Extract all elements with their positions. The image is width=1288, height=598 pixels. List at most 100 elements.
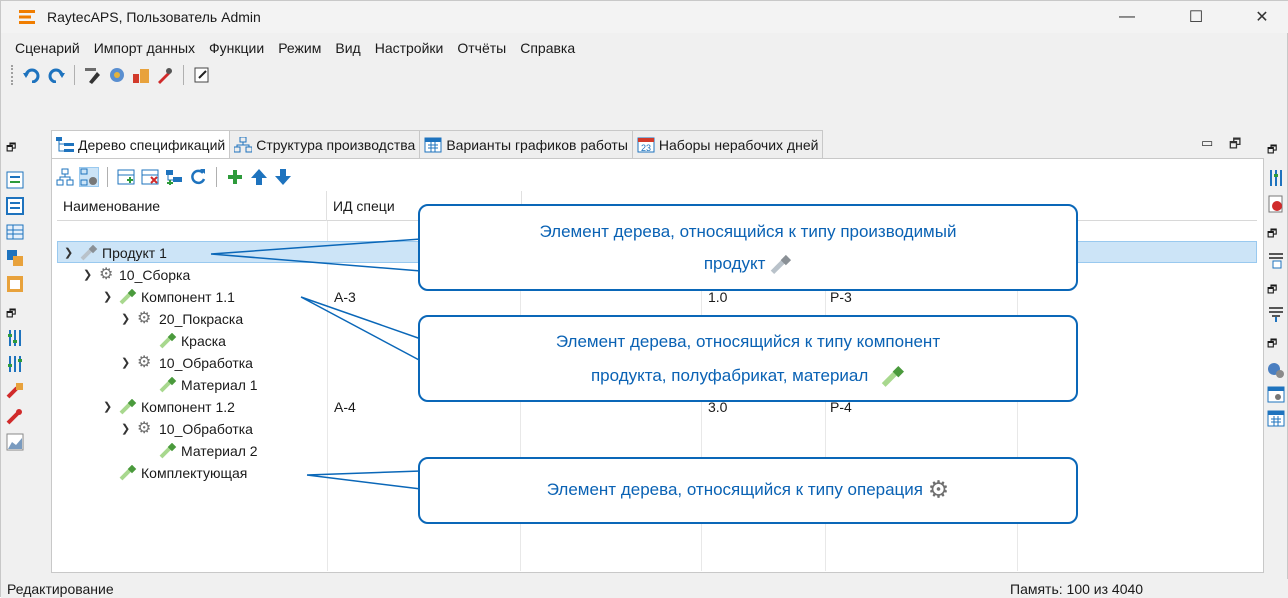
- menu-functions[interactable]: Функции: [202, 37, 271, 59]
- tab-label: Наборы нерабочих дней: [658, 136, 819, 153]
- app-logo-icon: [19, 10, 35, 24]
- undo-icon[interactable]: [22, 65, 42, 85]
- tab-minimize-button[interactable]: ▭: [1201, 135, 1213, 151]
- spec-id-cell: А-3: [334, 289, 356, 305]
- spec-tree-icon[interactable]: [6, 171, 24, 189]
- wrench-icon[interactable]: [155, 65, 175, 85]
- table-icon[interactable]: [6, 223, 24, 241]
- collapse-chevron-icon[interactable]: ❯: [103, 286, 112, 308]
- alert-document-icon[interactable]: [1267, 195, 1285, 213]
- menu-import[interactable]: Импорт данных: [87, 37, 202, 59]
- toolbar-separator: [107, 167, 108, 187]
- menu-help[interactable]: Справка: [513, 37, 582, 59]
- title-bar: RaytecAPS, Пользователь Admin — ☐ ✕: [1, 1, 1288, 33]
- menu-settings[interactable]: Настройки: [368, 37, 451, 59]
- menu-view[interactable]: Вид: [328, 37, 367, 59]
- component-item-icon: [119, 399, 137, 415]
- tree-settings-icon[interactable]: [79, 167, 99, 187]
- wrench-icon[interactable]: [6, 407, 24, 425]
- edit-pen-icon[interactable]: [83, 65, 103, 85]
- maximize-button[interactable]: ☐: [1173, 1, 1219, 33]
- filter-list-icon[interactable]: [1267, 251, 1285, 269]
- area-chart-icon[interactable]: [6, 433, 24, 451]
- sliders-icon[interactable]: [1267, 169, 1285, 187]
- collapse-chevron-icon[interactable]: ❯: [121, 352, 130, 374]
- toolbar-separator: [183, 65, 184, 85]
- menu-mode[interactable]: Режим: [271, 37, 328, 59]
- pin-icon[interactable]: 🗗: [6, 305, 24, 323]
- tab-production-structure[interactable]: Структура производства: [229, 130, 421, 158]
- add-row-icon[interactable]: [116, 167, 136, 187]
- pin-icon[interactable]: 🗗: [1267, 225, 1285, 243]
- tree-row-name: Продукт 1: [102, 245, 167, 261]
- status-bar: Редактирование Память: 100 из 4040: [1, 579, 1288, 598]
- schedule-icon[interactable]: [6, 275, 24, 293]
- left-dock-strip: 🗗 🗗: [1, 129, 27, 579]
- refresh-icon[interactable]: [188, 167, 208, 187]
- delete-row-icon[interactable]: [140, 167, 160, 187]
- tree-row-name: 10_Обработка: [159, 355, 253, 371]
- tree-row-operation[interactable]: ❯ ⚙ 10_Обработка: [57, 418, 1257, 440]
- tools-icon[interactable]: [6, 381, 24, 399]
- product-item-icon: [80, 245, 98, 261]
- callout-operation: Элемент дерева, относящийся к типу опера…: [418, 457, 1078, 524]
- menu-scenario[interactable]: Сценарий: [1, 37, 87, 59]
- tab-nonworking-days[interactable]: 23 Наборы нерабочих дней: [631, 130, 824, 158]
- filter-icon[interactable]: [1267, 305, 1285, 323]
- pin-icon[interactable]: 🗗: [1267, 335, 1285, 353]
- status-mode: Редактирование: [7, 581, 114, 597]
- form-icon[interactable]: [6, 197, 24, 215]
- move-up-icon[interactable]: [249, 167, 269, 187]
- tree-row-name: Материал 1: [181, 377, 258, 393]
- layers-icon[interactable]: [107, 65, 127, 85]
- structure-icon[interactable]: [6, 249, 24, 267]
- tree-row-name: 20_Покраска: [159, 311, 244, 327]
- spec-id-cell: А-4: [334, 399, 356, 415]
- tab-work-schedules[interactable]: Варианты графиков работы: [419, 130, 633, 158]
- add-icon[interactable]: [225, 167, 245, 187]
- collapse-chevron-icon[interactable]: ❯: [121, 308, 130, 330]
- pin-icon[interactable]: 🗗: [1267, 281, 1285, 299]
- callout-line: Элемент дерева, относящийся к типу произ…: [539, 222, 957, 241]
- pin-icon[interactable]: 🗗: [1267, 141, 1285, 159]
- callout-line: Элемент дерева, относящийся к типу опера…: [420, 473, 1076, 508]
- pin-icon[interactable]: 🗗: [6, 139, 24, 157]
- document-tabs: Дерево спецификаций Структура производст…: [51, 130, 824, 158]
- sliders-icon[interactable]: [6, 355, 24, 373]
- add-child-icon[interactable]: [164, 167, 184, 187]
- tree-row-name: Комплектующая: [141, 465, 248, 481]
- menu-reports[interactable]: Отчёты: [450, 37, 513, 59]
- collapse-chevron-icon[interactable]: ❯: [103, 396, 112, 418]
- toolbar-grip[interactable]: [11, 65, 14, 85]
- tree-view-icon[interactable]: [55, 167, 75, 187]
- notepad-edit-icon[interactable]: [192, 65, 212, 85]
- component-item-icon: [159, 377, 177, 393]
- toolbar-separator: [216, 167, 217, 187]
- callout-text: Элемент дерева, относящийся к типу опера…: [546, 480, 923, 499]
- move-down-icon[interactable]: [273, 167, 293, 187]
- column-header-name[interactable]: Наименование: [57, 191, 327, 221]
- tab-label: Варианты графиков работы: [446, 136, 628, 153]
- tree-row-name: Материал 2: [181, 443, 258, 459]
- component-item-icon: [119, 465, 137, 481]
- redo-icon[interactable]: [46, 65, 66, 85]
- tab-float-button[interactable]: 🗗: [1229, 135, 1241, 157]
- collapse-chevron-icon[interactable]: ❯: [83, 264, 92, 286]
- collapse-chevron-icon[interactable]: ❯: [64, 242, 73, 264]
- close-button[interactable]: ✕: [1239, 1, 1285, 33]
- product-item-icon: [770, 254, 792, 274]
- calendar-icon[interactable]: [1267, 409, 1285, 427]
- tree-row-name: 10_Сборка: [119, 267, 191, 283]
- gears-icon[interactable]: [1267, 361, 1285, 379]
- main-toolbar: [11, 63, 212, 87]
- sliders-icon[interactable]: [6, 329, 24, 347]
- calendar-gear-icon[interactable]: [1267, 385, 1285, 403]
- svg-text:23: 23: [641, 143, 651, 153]
- tree-toolbar: [55, 165, 293, 189]
- minimize-button[interactable]: —: [1104, 1, 1150, 33]
- callout-line: продукта, полуфабрикат, материал: [420, 359, 1076, 393]
- right-dock-strip: 🗗 🗗 🗗 🗗: [1263, 129, 1287, 579]
- collapse-chevron-icon[interactable]: ❯: [121, 418, 130, 440]
- tab-spec-tree[interactable]: Дерево спецификаций: [51, 130, 231, 158]
- chart-tools-icon[interactable]: [131, 65, 151, 85]
